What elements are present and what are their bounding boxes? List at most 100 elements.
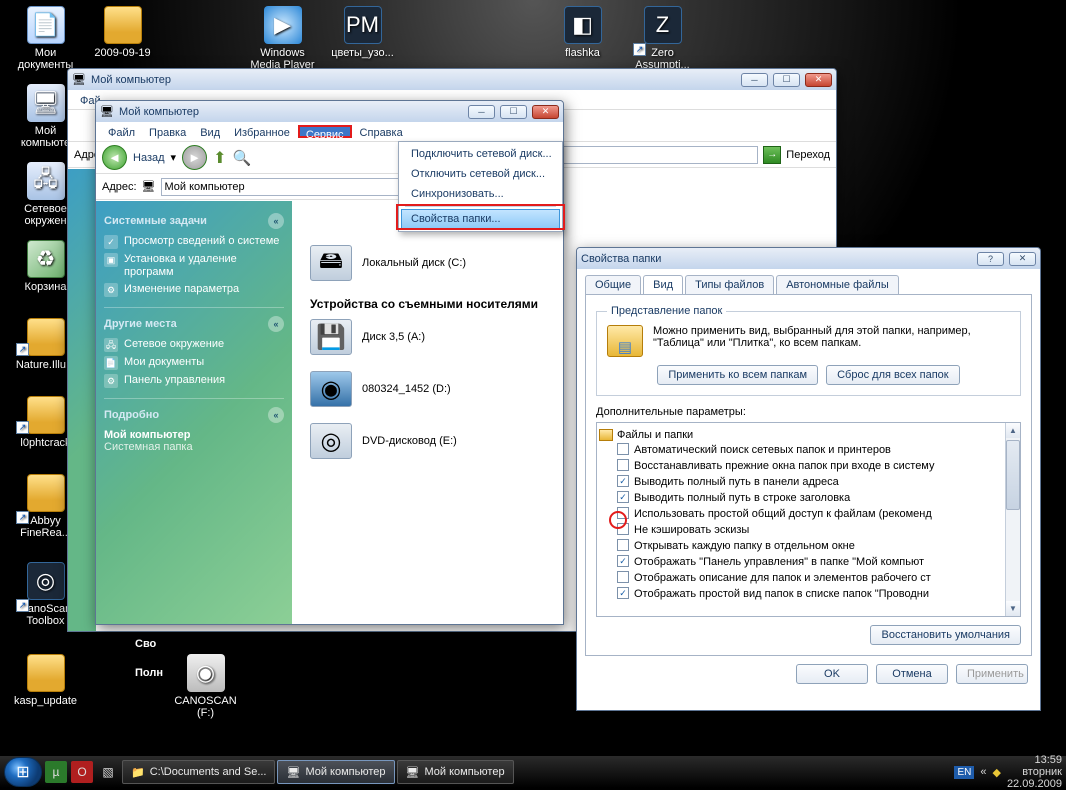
help-button[interactable]: ?	[977, 252, 1004, 266]
menu-tools[interactable]: Сервис	[298, 125, 352, 138]
advanced-tree[interactable]: Файлы и папки Автоматический поиск сетев…	[596, 422, 1021, 617]
section-details[interactable]: Подробно«	[104, 407, 284, 423]
forward-button[interactable]: ►	[182, 145, 207, 170]
clock-time[interactable]: 13:59	[1007, 754, 1062, 766]
taskbar-btn-documents[interactable]: 📁C:\Documents and Se...	[122, 760, 275, 784]
menu-help[interactable]: Справка	[354, 125, 409, 138]
link-my-docs[interactable]: 📄Мои документы	[104, 356, 284, 370]
icon-kasp[interactable]: kasp_update	[8, 652, 83, 708]
tree-item[interactable]: Отображать "Панель управления" в папке "…	[617, 555, 1018, 569]
language-indicator[interactable]: EN	[954, 766, 974, 779]
dialog-folder-options: Свойства папки ? ✕ Общие Вид Типы файлов…	[576, 247, 1041, 711]
checkbox[interactable]	[617, 459, 629, 471]
checkbox[interactable]	[617, 571, 629, 583]
quicklaunch-opera[interactable]: O	[71, 761, 93, 783]
drive-c[interactable]: 🖴Локальный диск (C:)	[310, 245, 545, 281]
tree-item[interactable]: Автоматический поиск сетевых папок и при…	[617, 443, 1018, 457]
tray-chevron-icon[interactable]: «	[980, 766, 986, 778]
drive-e[interactable]: ◎DVD-дисковод (E:)	[310, 423, 545, 459]
tab-filetypes[interactable]: Типы файлов	[685, 275, 774, 294]
icon-wmp[interactable]: ▶Windows Media Player	[245, 4, 320, 72]
close-button[interactable]: ✕	[805, 73, 832, 87]
tree-item[interactable]: Восстанавливать прежние окна папок при в…	[617, 459, 1018, 473]
link-network[interactable]: 🖧Сетевое окружение	[104, 338, 284, 352]
checkbox[interactable]	[617, 443, 629, 455]
scroll-up-icon[interactable]: ▲	[1006, 423, 1020, 438]
checkbox[interactable]	[617, 475, 629, 487]
task-change-setting[interactable]: ⚙Изменение параметра	[104, 283, 284, 297]
drive-d[interactable]: ◉080324_1452 (D:)	[310, 371, 545, 407]
apply-button[interactable]: Применить	[956, 664, 1028, 684]
back-button[interactable]: ◄	[102, 145, 127, 170]
tree-item[interactable]: Открывать каждую папку в отдельном окне	[617, 539, 1018, 553]
checkbox[interactable]	[617, 491, 629, 503]
tree-item[interactable]: Отображать простой вид папок в списке па…	[617, 587, 1018, 601]
tree-item[interactable]: Выводить полный путь в строке заголовка	[617, 491, 1018, 505]
scrollbar[interactable]: ▲ ▼	[1005, 423, 1020, 616]
scroll-thumb[interactable]	[1006, 440, 1020, 510]
tree-item[interactable]: Использовать простой общий доступ к файл…	[617, 507, 1018, 521]
icon-my-documents[interactable]: 📄Мои документы	[8, 4, 83, 72]
titlebar[interactable]: 🖥 Мой компьютер ─ ☐ ✕	[96, 101, 563, 122]
taskbar-btn-mycomputer-2[interactable]: 🖥Мой компьютер	[397, 760, 514, 784]
menu-unmap-drive[interactable]: Отключить сетевой диск...	[401, 164, 560, 184]
titlebar[interactable]: Свойства папки ? ✕	[577, 248, 1040, 269]
clock-date: 22.09.2009	[1007, 778, 1062, 790]
close-button[interactable]: ✕	[532, 105, 559, 119]
titlebar[interactable]: 🖥 Мой компьютер ─ ☐ ✕	[68, 69, 836, 90]
maximize-button[interactable]: ☐	[773, 73, 800, 87]
icon-flashka[interactable]: ◧flashka	[545, 4, 620, 60]
icon-zero[interactable]: ZZero Assumpti...	[625, 4, 700, 72]
checkbox[interactable]	[617, 539, 629, 551]
quicklaunch-app[interactable]: ▧	[97, 761, 119, 783]
scanner-icon: ◎	[27, 562, 65, 600]
start-button[interactable]: ⊞	[4, 757, 42, 787]
icon-flowers[interactable]: PMцветы_узо...	[325, 4, 400, 60]
minimize-button[interactable]: ─	[741, 73, 768, 87]
tray-shield-icon[interactable]: ◆	[992, 766, 1000, 779]
up-icon[interactable]: ⬆	[213, 148, 226, 168]
icon-canoscan-drive[interactable]: ◉CANOSCAN (F:)	[168, 652, 243, 720]
menu-edit[interactable]: Правка	[143, 125, 192, 138]
scroll-down-icon[interactable]: ▼	[1006, 601, 1020, 616]
drive-a[interactable]: 💾Диск 3,5 (A:)	[310, 319, 545, 355]
section-other-places[interactable]: Другие места«	[104, 316, 284, 332]
task-view-system-info[interactable]: ✓Просмотр сведений о системе	[104, 235, 284, 249]
media-player-icon: ▶	[264, 6, 302, 44]
tree-item[interactable]: Отображать описание для папок и элементо…	[617, 571, 1018, 585]
checkbox[interactable]	[617, 587, 629, 599]
tab-general[interactable]: Общие	[585, 275, 641, 294]
tab-view[interactable]: Вид	[643, 275, 683, 294]
menu-file[interactable]: Файл	[102, 125, 141, 138]
close-button[interactable]: ✕	[1009, 252, 1036, 266]
maximize-button[interactable]: ☐	[500, 105, 527, 119]
menu-view[interactable]: Вид	[194, 125, 226, 138]
dropdown-icon[interactable]: ▾	[171, 151, 177, 164]
menu-map-drive[interactable]: Подключить сетевой диск...	[401, 144, 560, 164]
ok-button[interactable]: OK	[796, 664, 868, 684]
section-system-tasks[interactable]: Системные задачи«	[104, 213, 284, 229]
tree-item[interactable]: Не кэшировать эскизы	[617, 523, 1018, 537]
go-label[interactable]: Переход	[786, 149, 830, 161]
tab-offline[interactable]: Автономные файлы	[776, 275, 899, 294]
link-control-panel[interactable]: ⚙Панель управления	[104, 374, 284, 388]
collapse-icon[interactable]: «	[268, 316, 284, 332]
collapse-icon[interactable]: «	[268, 407, 284, 423]
cancel-button[interactable]: Отмена	[876, 664, 948, 684]
icon-folder-date[interactable]: 2009-09-19	[85, 4, 160, 60]
minimize-button[interactable]: ─	[468, 105, 495, 119]
restore-defaults-button[interactable]: Восстановить умолчания	[870, 625, 1021, 645]
menu-sync[interactable]: Синхронизовать...	[401, 184, 560, 204]
search-icon[interactable]: 🔍	[232, 149, 251, 167]
tree-item[interactable]: Выводить полный путь в панели адреса	[617, 475, 1018, 489]
quicklaunch-utorrent[interactable]: µ	[45, 761, 67, 783]
checkbox[interactable]	[617, 555, 629, 567]
apply-all-button[interactable]: Применить ко всем папкам	[657, 365, 818, 385]
go-button[interactable]: →	[763, 146, 781, 164]
menu-favorites[interactable]: Избранное	[228, 125, 296, 138]
collapse-icon[interactable]: «	[268, 213, 284, 229]
back-label: Назад	[133, 152, 165, 164]
reset-all-button[interactable]: Сброс для всех папок	[826, 365, 960, 385]
task-add-remove-programs[interactable]: ▣Установка и удаление программ	[104, 253, 284, 279]
taskbar-btn-mycomputer-1[interactable]: 🖥Мой компьютер	[277, 760, 394, 784]
